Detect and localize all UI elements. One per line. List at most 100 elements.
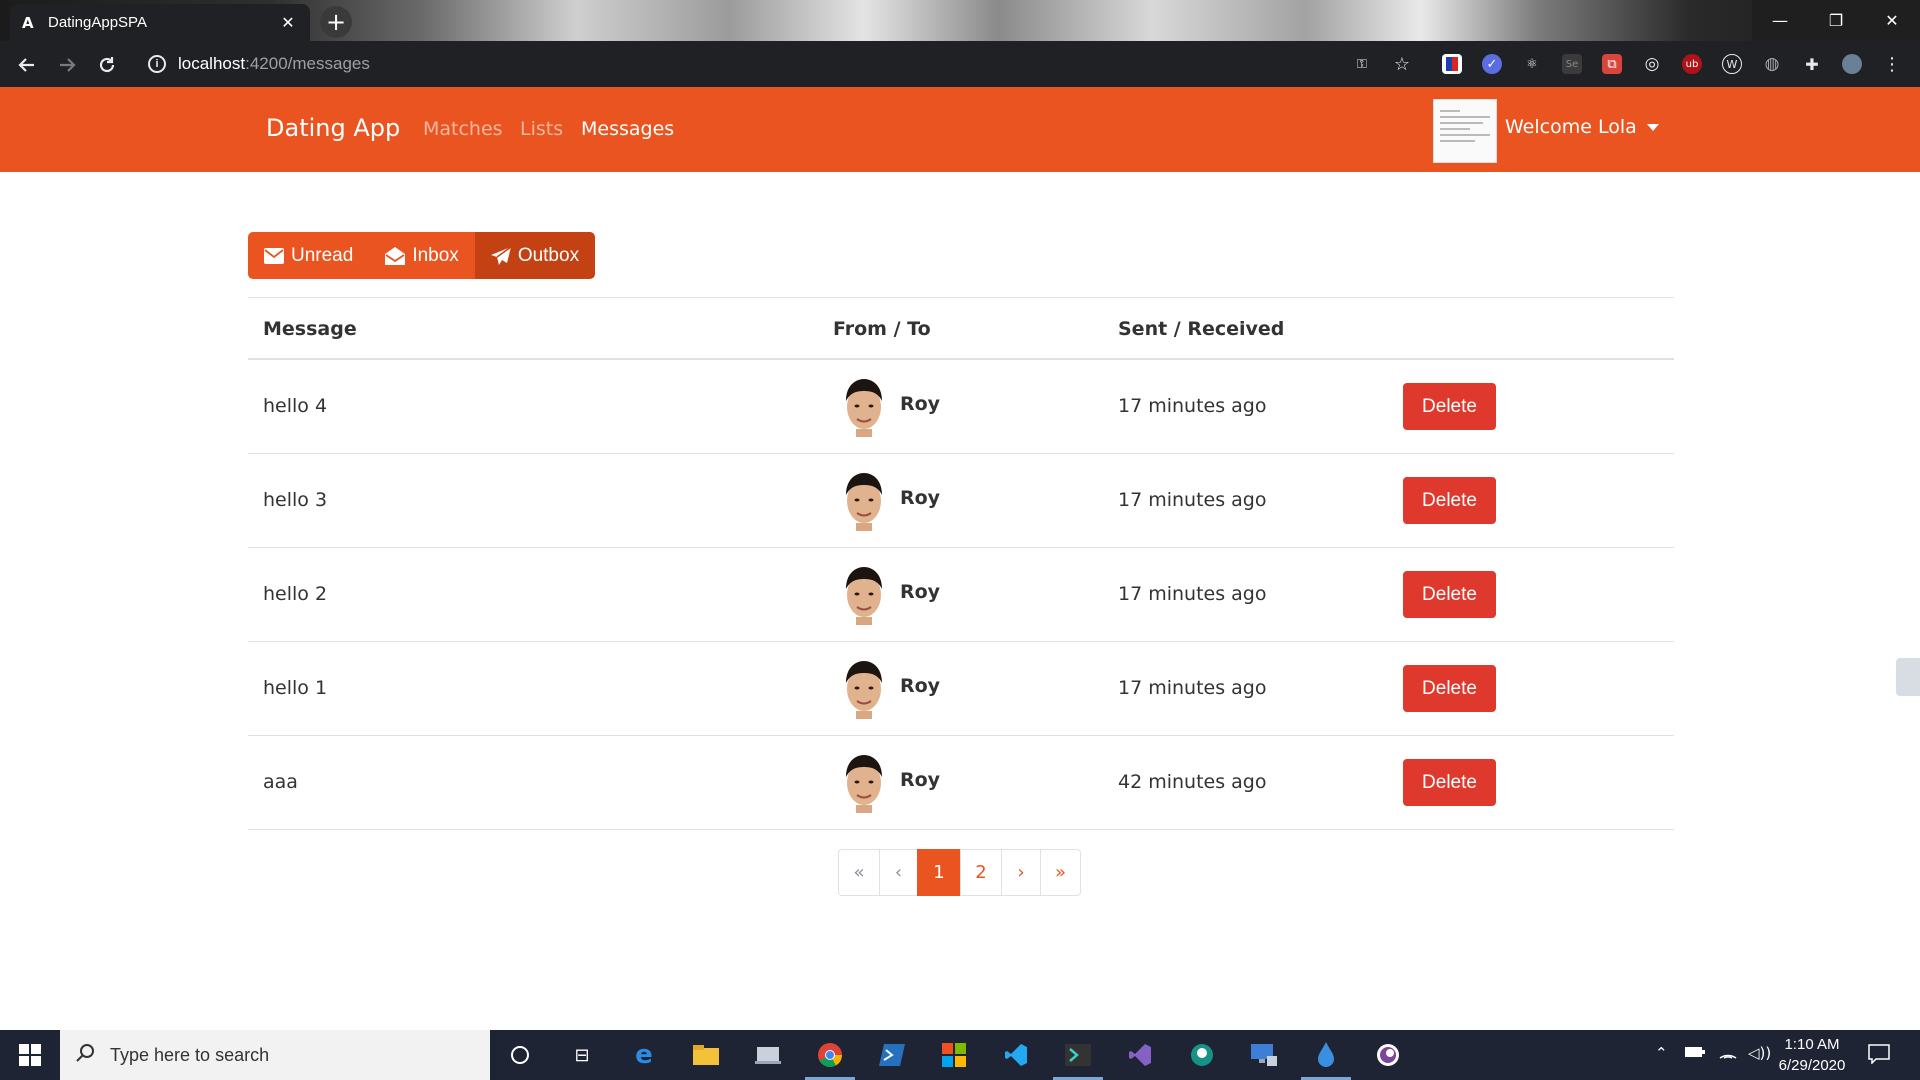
- outbox-button[interactable]: Outbox: [474, 232, 596, 279]
- minimize-icon[interactable]: —: [1752, 0, 1808, 41]
- tab-close-icon[interactable]: ✕: [278, 13, 298, 33]
- inbox-button[interactable]: Inbox: [369, 232, 475, 279]
- powershell-icon[interactable]: [877, 1040, 907, 1070]
- close-window-icon[interactable]: ✕: [1864, 0, 1920, 41]
- message-container-tabs: Unread Inbox Outbox: [248, 232, 596, 279]
- bookmark-star-icon[interactable]: ☆: [1392, 54, 1412, 75]
- browser-tab-strip: A DatingAppSPA ✕ + — ❐ ✕: [0, 0, 1920, 41]
- extensions-puzzle-icon[interactable]: ✚: [1802, 54, 1822, 74]
- page-prev[interactable]: ‹: [879, 849, 918, 896]
- url-path: :4200/messages: [245, 54, 370, 73]
- page-1[interactable]: 1: [917, 849, 961, 896]
- message-content: hello 4: [263, 395, 328, 417]
- table-row: hello 1 Roy 17 minutes ago Delete: [248, 642, 1674, 736]
- notifications-icon[interactable]: [1868, 1044, 1890, 1068]
- visual-studio-icon[interactable]: [1125, 1040, 1155, 1070]
- sender-name[interactable]: Roy: [900, 487, 940, 509]
- ublock-icon[interactable]: ub: [1682, 54, 1702, 74]
- taskbar-search-box[interactable]: Type here to search: [60, 1030, 490, 1080]
- chrome-icon[interactable]: [815, 1040, 845, 1070]
- pagination: « ‹ 1 2 › »: [838, 849, 1081, 896]
- clock-time: 1:10 AM: [1784, 1036, 1840, 1053]
- sender-name[interactable]: Roy: [900, 769, 940, 791]
- reload-icon[interactable]: [92, 50, 122, 80]
- devices-icon[interactable]: [753, 1040, 783, 1070]
- extension-target-icon[interactable]: ◎: [1642, 54, 1662, 74]
- nav-link-matches[interactable]: Matches: [423, 118, 503, 140]
- drop-app-icon[interactable]: [1311, 1040, 1341, 1070]
- restore-icon[interactable]: ❐: [1808, 0, 1864, 41]
- vscode-icon[interactable]: [1001, 1040, 1031, 1070]
- sender-avatar: [842, 659, 886, 719]
- page-last[interactable]: »: [1040, 849, 1081, 896]
- extension-flag-icon[interactable]: [1442, 54, 1462, 74]
- sender-avatar: [842, 377, 886, 437]
- clock-date: 6/29/2020: [1778, 1057, 1846, 1074]
- back-icon[interactable]: [12, 50, 42, 80]
- battery-icon[interactable]: [1685, 1044, 1705, 1062]
- page-first[interactable]: «: [838, 849, 880, 896]
- address-bar[interactable]: i localhost:4200/messages: [140, 45, 1390, 83]
- delete-button[interactable]: Delete: [1403, 665, 1496, 712]
- nav-link-messages[interactable]: Messages: [581, 118, 674, 140]
- angular-favicon-icon: A: [22, 13, 34, 32]
- sender-name[interactable]: Roy: [900, 581, 940, 603]
- browser-menu-icon[interactable]: ⋮: [1882, 54, 1902, 75]
- messages-table: Message From / To Sent / Received hello …: [248, 297, 1674, 830]
- table-row: hello 2 Roy 17 minutes ago Delete: [248, 548, 1674, 642]
- edge-icon[interactable]: e: [629, 1040, 659, 1070]
- table-row: hello 3 Roy 17 minutes ago Delete: [248, 454, 1674, 548]
- file-explorer-icon[interactable]: [691, 1040, 721, 1070]
- table-row: aaa Roy 42 minutes ago Delete: [248, 736, 1674, 830]
- cortana-icon[interactable]: [505, 1040, 535, 1070]
- delete-button[interactable]: Delete: [1403, 759, 1496, 806]
- extension-se-icon[interactable]: Se: [1562, 54, 1582, 74]
- sender-name[interactable]: Roy: [900, 393, 940, 415]
- store-icon[interactable]: [939, 1040, 969, 1070]
- remote-desktop-icon[interactable]: [1249, 1040, 1279, 1070]
- outbox-label: Outbox: [517, 244, 580, 266]
- message-time: 42 minutes ago: [1118, 771, 1267, 793]
- side-widget-tab[interactable]: [1896, 658, 1920, 696]
- globe-icon[interactable]: ◍: [1762, 54, 1782, 74]
- wifi-icon[interactable]: [1718, 1044, 1738, 1064]
- message-time: 17 minutes ago: [1118, 489, 1267, 511]
- delete-button[interactable]: Delete: [1403, 571, 1496, 618]
- sender-name[interactable]: Roy: [900, 675, 940, 697]
- terminal-icon[interactable]: [1063, 1040, 1093, 1070]
- envelope-icon: [264, 247, 284, 264]
- nav-link-lists[interactable]: Lists: [520, 118, 563, 140]
- profile-avatar-icon[interactable]: [1842, 54, 1862, 74]
- user-dropdown-toggle[interactable]: Welcome Lola: [1505, 116, 1659, 138]
- tray-chevron-icon[interactable]: ⌃: [1655, 1044, 1668, 1062]
- react-devtools-icon[interactable]: ⚛: [1522, 54, 1542, 74]
- tor-browser-icon[interactable]: [1373, 1040, 1403, 1070]
- message-time: 17 minutes ago: [1118, 677, 1267, 699]
- brand-link[interactable]: Dating App: [266, 114, 400, 142]
- table-body: hello 4 Roy 17 minutes ago Delete hello 3 Roy…: [248, 360, 1674, 830]
- key-icon[interactable]: ⚿: [1352, 54, 1372, 74]
- site-info-icon[interactable]: i: [148, 55, 166, 73]
- page-next[interactable]: ›: [1001, 849, 1041, 896]
- forward-icon[interactable]: [52, 50, 82, 80]
- windows-start-icon[interactable]: [0, 1030, 60, 1080]
- extension-check-icon[interactable]: ✓: [1482, 54, 1502, 74]
- delete-button[interactable]: Delete: [1403, 383, 1496, 430]
- task-view-icon[interactable]: ⊟: [567, 1040, 597, 1070]
- extension-w-icon[interactable]: W: [1722, 54, 1742, 74]
- taskbar-clock[interactable]: 1:10 AM 6/29/2020: [1762, 1034, 1862, 1076]
- delete-button[interactable]: Delete: [1403, 477, 1496, 524]
- inbox-label: Inbox: [412, 244, 459, 266]
- header-from-to: From / To: [833, 318, 931, 340]
- unread-button[interactable]: Unread: [248, 232, 370, 279]
- gitkraken-icon[interactable]: [1187, 1040, 1217, 1070]
- extension-red-icon[interactable]: ⧉: [1602, 54, 1622, 74]
- unread-label: Unread: [291, 244, 354, 266]
- browser-tab[interactable]: A DatingAppSPA ✕: [10, 4, 310, 41]
- windows-taskbar: Type here to search ⊟ e ⌃ ◁)) 1:10 AM 6/…: [0, 1030, 1920, 1080]
- user-photo: [1433, 99, 1497, 163]
- message-content: aaa: [263, 771, 298, 793]
- page-2[interactable]: 2: [960, 849, 1002, 896]
- new-tab-button[interactable]: +: [320, 6, 352, 38]
- message-content: hello 2: [263, 583, 328, 605]
